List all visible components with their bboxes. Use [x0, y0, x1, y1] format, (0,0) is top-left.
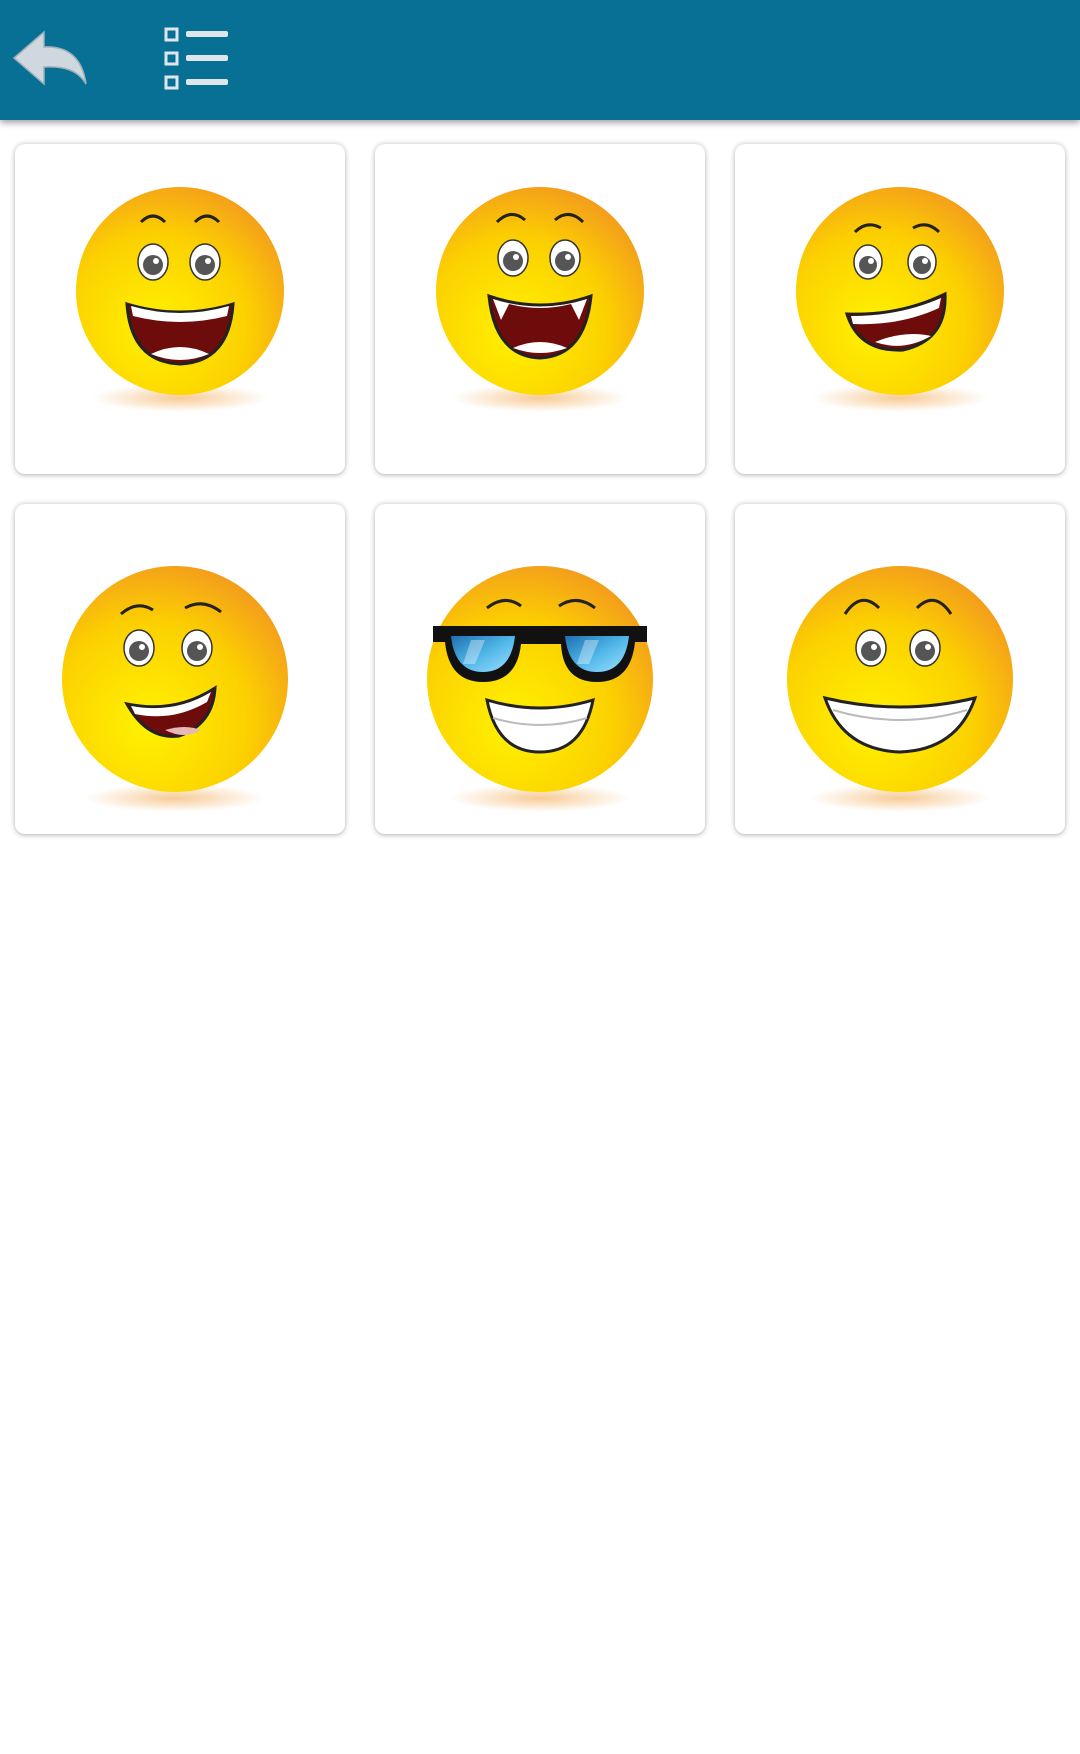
laughing-smiley-icon [76, 187, 284, 412]
laughing-fangs-smiley-icon [436, 187, 644, 412]
smirk-smiley-icon [62, 566, 288, 812]
sunglasses-smiley-icon [427, 566, 653, 812]
emoji-tile-laughing[interactable] [15, 144, 345, 474]
emoji-tile-grin[interactable] [735, 504, 1065, 834]
top-toolbar [0, 0, 1080, 120]
emoji-tile-sunglasses[interactable] [375, 504, 705, 834]
back-arrow-icon [12, 30, 87, 86]
laughing-wide-smiley-icon [796, 187, 1004, 412]
list-menu-button[interactable] [152, 14, 242, 104]
list-icon [164, 27, 228, 90]
emoji-tile-smirk[interactable] [15, 504, 345, 834]
emoji-tile-laughing-wide[interactable] [735, 144, 1065, 474]
emoji-tile-laughing-fangs[interactable] [375, 144, 705, 474]
grin-smiley-icon [787, 566, 1013, 812]
back-button[interactable] [8, 14, 98, 104]
